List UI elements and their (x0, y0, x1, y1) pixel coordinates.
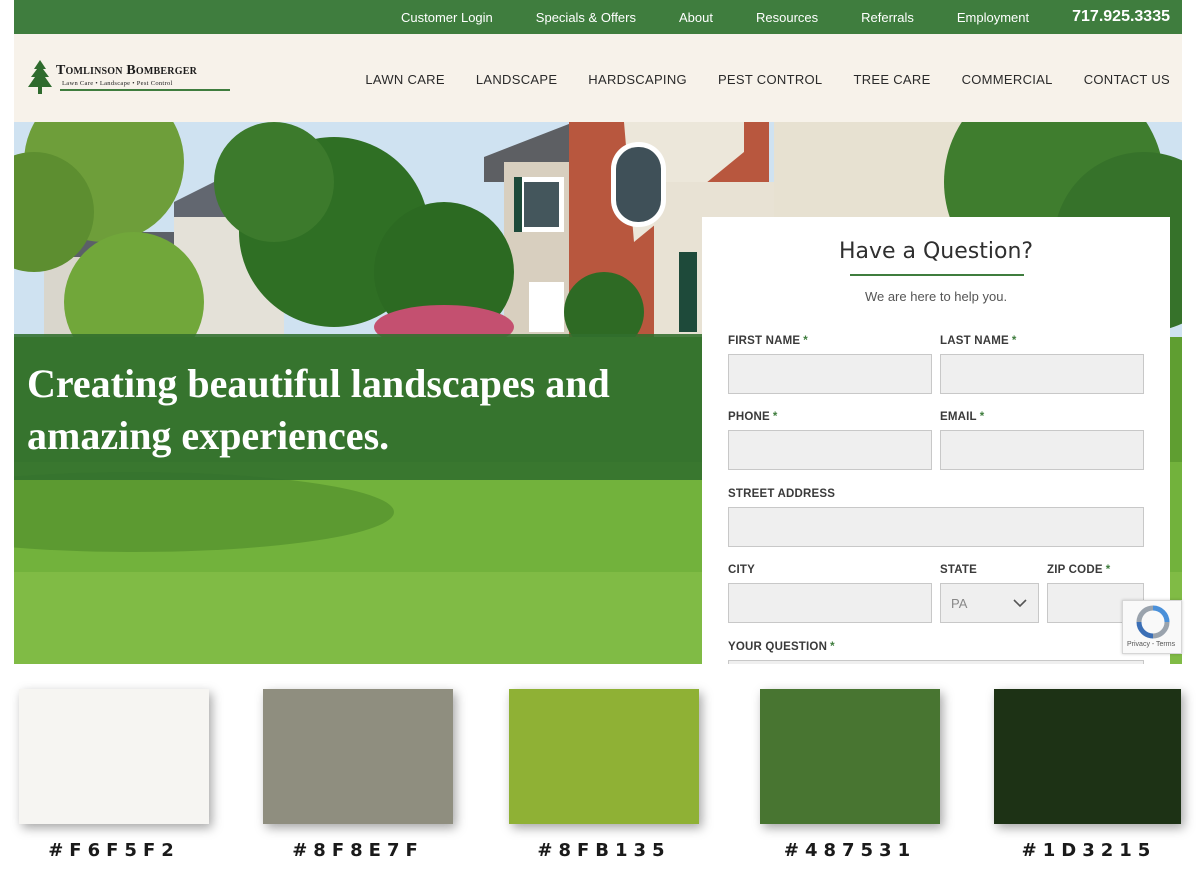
city-label: CITY (728, 564, 755, 576)
email-label-text: EMAIL (940, 411, 977, 423)
top-utility-bar: Customer Login Specials & Offers About R… (14, 0, 1182, 34)
recaptcha-text[interactable]: Privacy - Terms (1127, 641, 1175, 648)
nav-lawn-care[interactable]: LAWN CARE (365, 72, 445, 87)
form-subtitle: We are here to help you. (864, 289, 1008, 304)
city-field[interactable] (728, 583, 932, 623)
required-mark: * (1105, 564, 1111, 576)
recaptcha-icon (1136, 605, 1170, 639)
color-swatch (19, 689, 209, 824)
nav-hardscaping[interactable]: HARDSCAPING (588, 72, 687, 87)
color-swatch (263, 689, 453, 824)
first-name-label: FIRST NAME * (728, 335, 808, 347)
your-question-label: YOUR QUESTION * (728, 641, 835, 653)
state-label: STATE (940, 564, 977, 576)
referrals-link[interactable]: Referrals (861, 10, 914, 25)
zip-code-label: ZIP CODE * (1047, 564, 1110, 576)
swatch-label: #1D3215 (1021, 840, 1157, 861)
last-name-label-text: LAST NAME (940, 335, 1009, 347)
first-name-field[interactable] (728, 354, 932, 394)
nav-tree-care[interactable]: TREE CARE (853, 72, 930, 87)
your-question-label-text: YOUR QUESTION (728, 641, 828, 653)
logo-name: Tomlinson Bomberger (56, 63, 197, 78)
required-mark: * (979, 411, 985, 423)
required-mark: * (830, 641, 835, 653)
form-title-rule (850, 274, 1024, 276)
phone-link[interactable]: 717.925.3335 (1072, 8, 1170, 26)
street-address-label: STREET ADDRESS (728, 488, 836, 500)
your-question-field[interactable] (728, 660, 1144, 664)
pine-tree-icon (28, 60, 52, 94)
site-header: Tomlinson Bomberger Lawn Care • Landscap… (14, 34, 1182, 122)
nav-commercial[interactable]: COMMERCIAL (962, 72, 1053, 87)
specials-offers-link[interactable]: Specials & Offers (536, 10, 636, 25)
required-mark: * (1011, 335, 1017, 347)
color-swatch (509, 689, 699, 824)
question-form: Have a Question? We are here to help you… (702, 217, 1170, 664)
required-mark: * (803, 335, 808, 347)
resources-link[interactable]: Resources (756, 10, 818, 25)
swatch-label: #8F8E7F (292, 840, 424, 861)
zip-code-label-text: ZIP CODE (1047, 564, 1103, 576)
color-swatch (760, 689, 940, 824)
about-link[interactable]: About (679, 10, 713, 25)
form-title: Have a Question? (838, 239, 1034, 264)
swatch-label: #F6F5F2 (48, 840, 180, 861)
phone-label: PHONE * (728, 411, 778, 423)
color-swatch (994, 689, 1181, 824)
employment-link[interactable]: Employment (957, 10, 1029, 25)
phone-field[interactable] (728, 430, 932, 470)
swatch-label: #8FB135 (537, 840, 671, 861)
customer-login-link[interactable]: Customer Login (401, 10, 493, 25)
nav-contact-us[interactable]: CONTACT US (1084, 72, 1170, 87)
hero-headline: Creating beautiful landscapes and amazin… (27, 361, 610, 458)
state-select-value: PA (951, 596, 968, 611)
company-logo[interactable]: Tomlinson Bomberger Lawn Care • Landscap… (26, 60, 230, 96)
state-select[interactable]: PA (940, 583, 1039, 623)
nav-landscape[interactable]: LANDSCAPE (476, 72, 557, 87)
email-field[interactable] (940, 430, 1144, 470)
logo-tagline: Lawn Care • Landscape • Pest Control (62, 80, 173, 87)
main-nav: LAWN CARE LANDSCAPE HARDSCAPING PEST CON… (334, 72, 1170, 87)
nav-pest-control[interactable]: PEST CONTROL (718, 72, 823, 87)
chevron-down-icon (1013, 599, 1027, 608)
email-label: EMAIL * (940, 411, 984, 423)
phone-label-text: PHONE (728, 411, 770, 423)
street-address-field[interactable] (728, 507, 1144, 547)
required-mark: * (772, 411, 778, 423)
first-name-label-text: FIRST NAME (728, 335, 801, 347)
logo-rule (60, 89, 230, 91)
swatch-label: #487531 (783, 840, 917, 861)
recaptcha-badge[interactable]: Privacy - Terms (1122, 600, 1182, 654)
last-name-field[interactable] (940, 354, 1144, 394)
last-name-label: LAST NAME * (940, 335, 1017, 347)
